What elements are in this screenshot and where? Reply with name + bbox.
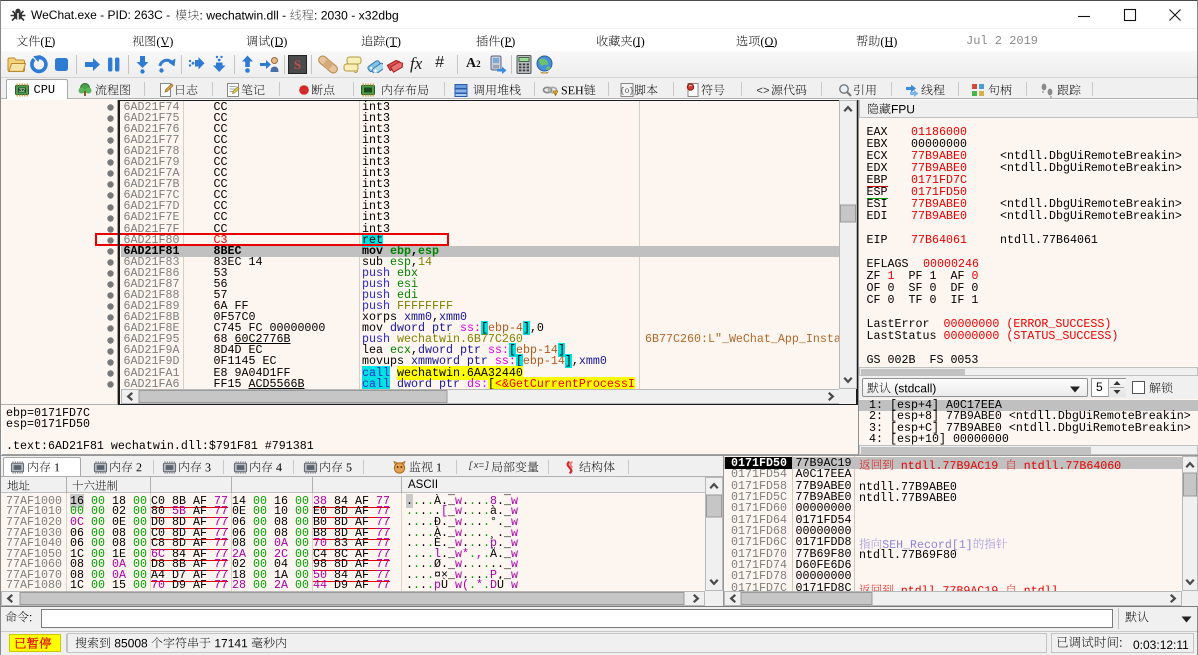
- svg-text:{o}: {o}: [620, 87, 634, 96]
- svg-text:<>: <>: [756, 86, 769, 98]
- svg-text:32: 32: [19, 88, 25, 94]
- svg-text:S: S: [294, 57, 301, 72]
- svg-text:!: !: [555, 91, 556, 96]
